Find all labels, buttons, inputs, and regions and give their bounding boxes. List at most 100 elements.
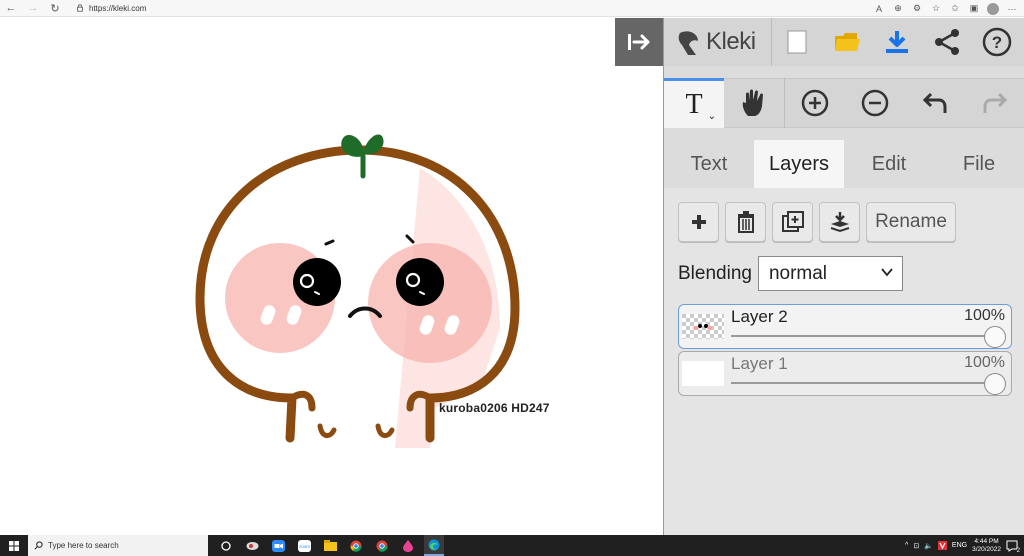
top-toolbar: Kleki ? [664,18,1024,66]
layer-item-layer-2[interactable]: Layer 2 100% [678,304,1012,349]
help-icon: ? [982,27,1012,57]
opacity-slider-handle[interactable] [984,373,1006,395]
redo-icon [983,92,1008,113]
clock[interactable]: 4:44 PM 3/20/2022 [972,538,1001,554]
zoom-in-icon [801,89,829,117]
layers-panel: Rename Blending normal Layer 2 100% Laye… [664,188,1024,535]
open-file-button[interactable] [822,18,872,66]
hand-icon [742,89,763,116]
windows-icon [9,540,19,551]
system-tray: ^ ⊡ 🔈 ENG 4:44 PM 3/20/2022 2 [905,535,1024,556]
share-icon [935,29,959,55]
back-icon[interactable]: ← [0,0,22,17]
layer-item-layer-1[interactable]: Layer 1 100% [678,351,1012,396]
chrome-icon[interactable] [346,535,366,556]
rename-layer-button[interactable]: Rename [866,202,956,242]
toggle-panel-button[interactable] [615,18,663,66]
more-icon[interactable]: ··· [1006,3,1018,15]
layer-thumbnail [682,314,724,339]
edge-icon[interactable] [424,535,444,556]
new-image-button[interactable] [772,18,822,66]
drawing-canvas[interactable]: kuroba0206 HD247 [0,18,663,535]
zoom-icon[interactable]: ⊕ [892,3,904,15]
merge-layer-button[interactable] [819,202,860,242]
svg-text:zoom: zoom [298,544,309,549]
settings-icon[interactable]: ⚙ [911,3,923,15]
folder-icon [835,33,860,51]
chevron-up-icon[interactable]: ^ [905,542,908,549]
chrome-icon-2[interactable] [372,535,392,556]
text-tool-button[interactable]: T ⌄ [664,78,724,128]
profile-avatar[interactable] [987,2,999,15]
tab-layers[interactable]: Layers [754,140,844,188]
start-button[interactable] [0,535,28,556]
clock-time: 4:44 PM [974,537,999,545]
zoom-app-icon[interactable] [268,535,288,556]
opacity-slider-track[interactable] [731,382,999,384]
layer-opacity: 100% [964,307,1005,324]
help-button[interactable]: ? [972,18,1022,66]
layer-opacity: 100% [964,354,1005,371]
address-bar[interactable]: https://kleki.com [76,4,146,13]
download-button[interactable] [872,18,922,66]
cortana-icon[interactable] [216,535,236,556]
favorites-list-icon[interactable]: ✩ [949,3,961,15]
tool-row: T ⌄ [664,78,1024,128]
chevron-down-icon [881,268,893,277]
notification-button[interactable]: 2 [1006,540,1020,554]
undo-icon [922,92,947,113]
share-button[interactable] [922,18,972,66]
panel-tabs: Text Layers Edit File [664,140,1024,188]
layer-thumbnail [682,361,724,386]
paint-app-icon[interactable] [398,535,418,556]
side-panel: Kleki ? T ⌄ Text Layers Edit File Rename… [663,18,1024,535]
language-indicator[interactable]: ENG [952,542,967,549]
zoom-out-icon [861,89,889,117]
read-aloud-icon[interactable]: A [873,3,885,15]
search-placeholder: Type here to search [48,541,119,550]
text-tool-glyph: T [685,88,703,120]
add-layer-button[interactable] [678,202,719,242]
security-icon[interactable] [937,541,947,550]
search-icon [34,541,43,550]
file-explorer-icon[interactable] [320,535,340,556]
artist-signature: kuroba0206 HD247 [439,401,550,415]
opacity-slider-track[interactable] [731,335,999,337]
blending-label: Blending [678,262,752,284]
zoom-meetings-icon[interactable]: zoom [294,535,314,556]
clock-date: 3/20/2022 [972,545,1001,553]
lock-icon [77,4,83,12]
zoom-out-button[interactable] [845,78,905,128]
collections-icon[interactable]: ▣ [968,3,980,15]
hand-tool-button[interactable] [724,78,784,128]
redo-button[interactable] [965,78,1024,128]
forward-icon[interactable]: → [22,0,44,17]
favorite-icon[interactable]: ☆ [930,3,942,15]
blend-mode-value: normal [768,262,828,284]
chevron-down-icon[interactable]: ⌄ [708,111,716,122]
refresh-icon[interactable]: ↻ [44,0,66,17]
tab-text[interactable]: Text [664,140,754,188]
browser-toolbar: ← → ↻ https://kleki.com A ⊕ ⚙ ☆ ✩ ▣ ··· [0,0,1024,17]
tab-file[interactable]: File [934,140,1024,188]
taskbar-search[interactable]: Type here to search [28,535,208,556]
svg-text:?: ? [992,33,1002,52]
logo-text: Kleki [706,28,756,55]
duplicate-layer-button[interactable] [772,202,813,242]
notification-count: 2 [1016,547,1020,554]
volume-icon[interactable]: 🔈 [924,542,933,550]
collapse-arrow-icon [628,34,650,50]
layer-actions: Rename [678,202,956,242]
network-icon[interactable]: ⊡ [913,542,919,550]
zoom-in-button[interactable] [785,78,845,128]
delete-layer-button[interactable] [725,202,766,242]
new-file-icon [787,30,807,54]
opacity-slider-handle[interactable] [984,326,1006,348]
blending-row: Blending normal [678,256,903,291]
tab-edit[interactable]: Edit [844,140,934,188]
trash-icon [737,211,754,233]
undo-button[interactable] [905,78,965,128]
app-icon-1[interactable] [242,535,262,556]
blend-mode-select[interactable]: normal [757,256,903,291]
merge-down-icon [830,212,849,233]
